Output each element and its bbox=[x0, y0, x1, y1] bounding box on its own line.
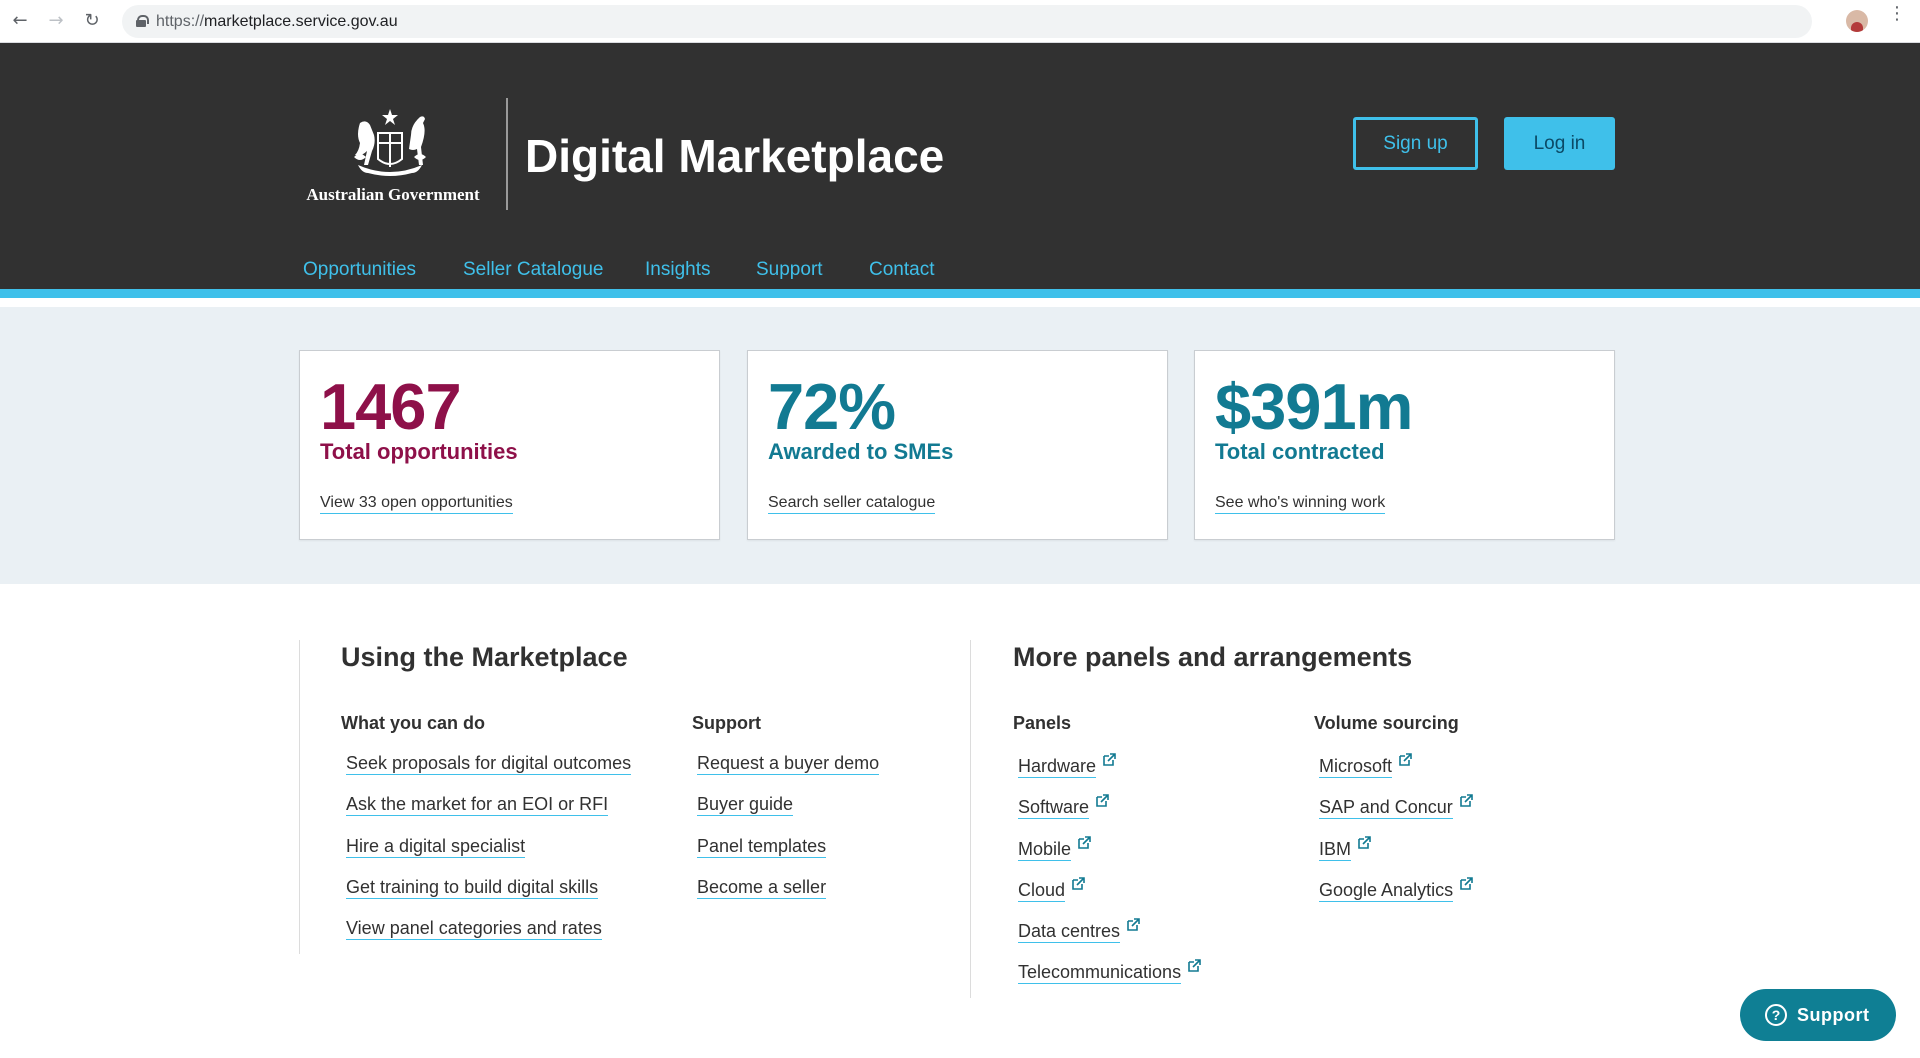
view-open-opportunities-link[interactable]: View 33 open opportunities bbox=[320, 494, 513, 514]
external-link-icon[interactable] bbox=[1126, 918, 1140, 932]
whos-winning-work-link[interactable]: See who's winning work bbox=[1215, 494, 1386, 514]
volume-sourcing-list: Microsoft SAP and Concur IBM Google Anal… bbox=[1319, 753, 1473, 918]
mobile-link[interactable]: Mobile bbox=[1018, 838, 1072, 861]
stat-value: 72% bbox=[768, 370, 896, 443]
content-section: Using the Marketplace What you can do Se… bbox=[0, 584, 1920, 1058]
external-link-icon[interactable] bbox=[1459, 794, 1473, 808]
right-section-rule bbox=[970, 640, 971, 998]
request-buyer-demo-link[interactable]: Request a buyer demo bbox=[697, 753, 880, 775]
profile-avatar[interactable] bbox=[1846, 10, 1868, 32]
list-item: Mobile bbox=[1018, 835, 1201, 877]
nav-opportunities[interactable]: Opportunities bbox=[303, 259, 416, 281]
question-circle-icon: ? bbox=[1765, 1004, 1787, 1026]
list-item: Hire a digital specialist bbox=[346, 835, 631, 877]
site-title[interactable]: Digital Marketplace bbox=[525, 129, 944, 183]
list-item: Request a buyer demo bbox=[697, 753, 880, 794]
list-item: Seek proposals for digital outcomes bbox=[346, 753, 632, 794]
ibm-link[interactable]: IBM bbox=[1319, 838, 1352, 861]
external-link-icon[interactable] bbox=[1102, 753, 1116, 767]
list-item: Data centres bbox=[1018, 918, 1201, 959]
support-widget-button[interactable]: ? Support bbox=[1740, 989, 1896, 1041]
nav-seller-catalogue[interactable]: Seller Catalogue bbox=[463, 259, 603, 281]
back-arrow-icon[interactable]: ← bbox=[10, 11, 30, 31]
what-you-can-do-list: Seek proposals for digital outcomes Ask … bbox=[346, 753, 632, 959]
panel-templates-link[interactable]: Panel templates bbox=[697, 835, 827, 858]
stat-label: Total opportunities bbox=[320, 439, 518, 464]
stat-value: 1467 bbox=[320, 370, 462, 443]
address-bar[interactable]: https://marketplace.service.gov.au ☆ bbox=[122, 5, 1812, 38]
seek-proposals-link[interactable]: Seek proposals for digital outcomes bbox=[346, 753, 632, 775]
list-item: IBM bbox=[1319, 835, 1473, 877]
get-training-link[interactable]: Get training to build digital skills bbox=[346, 876, 599, 899]
become-seller-link[interactable]: Become a seller bbox=[697, 876, 827, 899]
reload-icon[interactable]: ↻ bbox=[82, 11, 102, 31]
nav-insights[interactable]: Insights bbox=[645, 259, 710, 281]
external-link-icon[interactable] bbox=[1357, 835, 1371, 850]
nav-contact[interactable]: Contact bbox=[869, 259, 934, 281]
log-in-button[interactable]: Log in bbox=[1504, 117, 1615, 170]
ask-market-link[interactable]: Ask the market for an EOI or RFI bbox=[346, 794, 609, 817]
stat-label: Total contracted bbox=[1215, 439, 1385, 464]
microsoft-link[interactable]: Microsoft bbox=[1319, 756, 1393, 778]
external-link-icon[interactable] bbox=[1398, 753, 1412, 767]
lock-icon bbox=[136, 15, 149, 27]
view-panel-categories-link[interactable]: View panel categories and rates bbox=[346, 918, 602, 941]
google-analytics-link[interactable]: Google Analytics bbox=[1319, 879, 1454, 902]
list-item: Buyer guide bbox=[697, 794, 879, 835]
government-name: Australian Government bbox=[306, 185, 480, 204]
stat-card-contracted: $391m Total contracted See who's winning… bbox=[1194, 350, 1615, 540]
external-link-icon[interactable] bbox=[1095, 794, 1109, 808]
forward-arrow-icon[interactable]: → bbox=[46, 11, 66, 31]
list-item: Panel templates bbox=[697, 835, 879, 877]
telecommunications-link[interactable]: Telecommunications bbox=[1018, 962, 1182, 985]
list-item: Telecommunications bbox=[1018, 959, 1201, 1000]
browser-toolbar: ← → ↻ https://marketplace.service.gov.au… bbox=[0, 0, 1920, 43]
list-item: SAP and Concur bbox=[1319, 794, 1473, 835]
header-divider bbox=[506, 98, 508, 210]
sap-concur-link[interactable]: SAP and Concur bbox=[1319, 797, 1453, 820]
list-item: Cloud bbox=[1018, 877, 1201, 918]
browser-menu-icon[interactable]: ⋮ bbox=[1888, 5, 1906, 23]
coat-of-arms-icon bbox=[354, 109, 426, 176]
stats-band: 1467 Total opportunities View 33 open op… bbox=[0, 307, 1920, 584]
volume-sourcing-heading: Volume sourcing bbox=[1314, 713, 1459, 733]
url-text[interactable]: https://marketplace.service.gov.au bbox=[156, 13, 398, 31]
list-item: Microsoft bbox=[1319, 753, 1473, 794]
data-centres-link[interactable]: Data centres bbox=[1018, 921, 1121, 944]
stat-card-opportunities: 1467 Total opportunities View 33 open op… bbox=[299, 350, 720, 540]
external-link-icon[interactable] bbox=[1459, 877, 1473, 891]
support-list: Request a buyer demo Buyer guide Panel t… bbox=[697, 753, 880, 918]
cloud-link[interactable]: Cloud bbox=[1018, 879, 1066, 902]
header-accent-stripe bbox=[0, 289, 1920, 298]
list-item: Become a seller bbox=[697, 876, 879, 918]
list-item: Google Analytics bbox=[1319, 877, 1473, 918]
external-link-icon[interactable] bbox=[1187, 959, 1201, 973]
hire-specialist-link[interactable]: Hire a digital specialist bbox=[346, 835, 526, 858]
site-header: Australian Government Digital Marketplac… bbox=[0, 43, 1920, 298]
external-link-icon[interactable] bbox=[1071, 877, 1085, 891]
support-heading: Support bbox=[692, 713, 761, 733]
panels-heading: Panels bbox=[1013, 713, 1072, 733]
list-item: Software bbox=[1018, 794, 1201, 835]
list-item: Hardware bbox=[1018, 753, 1201, 794]
hardware-link[interactable]: Hardware bbox=[1018, 756, 1097, 778]
nav-support[interactable]: Support bbox=[756, 259, 823, 281]
sign-up-button[interactable]: Sign up bbox=[1353, 117, 1478, 170]
list-item: View panel categories and rates bbox=[346, 918, 631, 959]
software-link[interactable]: Software bbox=[1018, 797, 1090, 820]
external-link-icon[interactable] bbox=[1077, 835, 1091, 850]
left-section-rule bbox=[299, 640, 300, 954]
buyer-guide-link[interactable]: Buyer guide bbox=[697, 794, 794, 817]
list-item: Get training to build digital skills bbox=[346, 876, 631, 918]
list-item: Ask the market for an EOI or RFI bbox=[346, 794, 631, 835]
search-seller-catalogue-link[interactable]: Search seller catalogue bbox=[768, 494, 936, 514]
stat-value: $391m bbox=[1215, 370, 1413, 443]
stat-label: Awarded to SMEs bbox=[768, 439, 954, 464]
what-you-can-do-heading: What you can do bbox=[341, 713, 485, 733]
panels-list: Hardware Software Mobile Cloud Data cent… bbox=[1018, 753, 1201, 1001]
stat-card-smes: 72% Awarded to SMEs Search seller catalo… bbox=[747, 350, 1168, 540]
more-panels-title: More panels and arrangements bbox=[1013, 642, 1413, 672]
support-widget-label: Support bbox=[1797, 1005, 1870, 1025]
using-marketplace-title: Using the Marketplace bbox=[341, 642, 628, 672]
